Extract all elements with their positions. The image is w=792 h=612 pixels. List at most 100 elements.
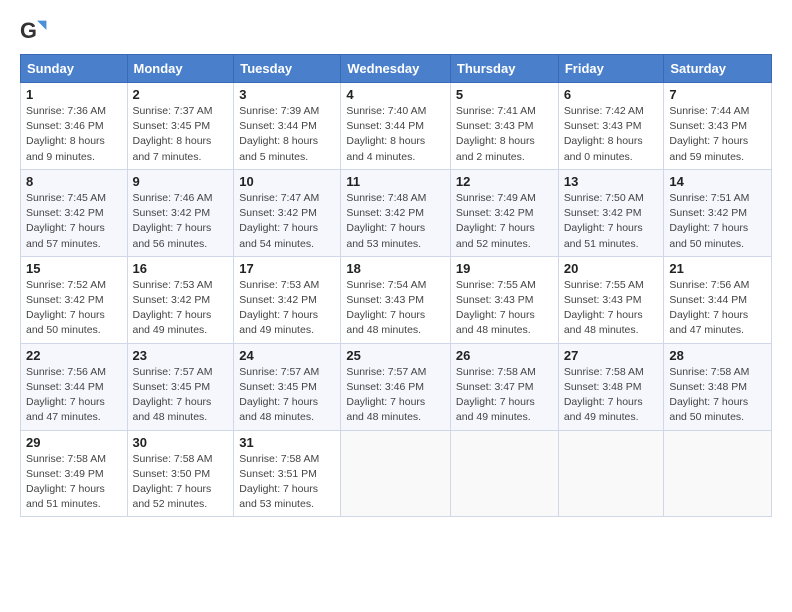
- logo: G: [20, 16, 52, 44]
- calendar-cell: 17 Sunrise: 7:53 AM Sunset: 3:42 PM Dayl…: [234, 256, 341, 343]
- day-number: 3: [239, 87, 335, 102]
- day-info: Sunrise: 7:44 AM Sunset: 3:43 PM Dayligh…: [669, 104, 766, 165]
- calendar-cell: 15 Sunrise: 7:52 AM Sunset: 3:42 PM Dayl…: [21, 256, 128, 343]
- calendar-cell: 8 Sunrise: 7:45 AM Sunset: 3:42 PM Dayli…: [21, 169, 128, 256]
- calendar-cell: 5 Sunrise: 7:41 AM Sunset: 3:43 PM Dayli…: [450, 83, 558, 170]
- day-number: 25: [346, 348, 445, 363]
- calendar-cell: 4 Sunrise: 7:40 AM Sunset: 3:44 PM Dayli…: [341, 83, 451, 170]
- day-of-week-header: Friday: [558, 55, 664, 83]
- day-info: Sunrise: 7:51 AM Sunset: 3:42 PM Dayligh…: [669, 191, 766, 252]
- day-info: Sunrise: 7:58 AM Sunset: 3:50 PM Dayligh…: [133, 452, 229, 513]
- day-number: 26: [456, 348, 553, 363]
- day-number: 5: [456, 87, 553, 102]
- calendar-week-row: 15 Sunrise: 7:52 AM Sunset: 3:42 PM Dayl…: [21, 256, 772, 343]
- day-of-week-header: Sunday: [21, 55, 128, 83]
- calendar-cell: 22 Sunrise: 7:56 AM Sunset: 3:44 PM Dayl…: [21, 343, 128, 430]
- day-number: 8: [26, 174, 122, 189]
- day-number: 2: [133, 87, 229, 102]
- day-number: 19: [456, 261, 553, 276]
- day-info: Sunrise: 7:45 AM Sunset: 3:42 PM Dayligh…: [26, 191, 122, 252]
- calendar-cell: 26 Sunrise: 7:58 AM Sunset: 3:47 PM Dayl…: [450, 343, 558, 430]
- day-number: 29: [26, 435, 122, 450]
- day-info: Sunrise: 7:57 AM Sunset: 3:45 PM Dayligh…: [239, 365, 335, 426]
- day-number: 1: [26, 87, 122, 102]
- calendar-cell: 6 Sunrise: 7:42 AM Sunset: 3:43 PM Dayli…: [558, 83, 664, 170]
- day-info: Sunrise: 7:39 AM Sunset: 3:44 PM Dayligh…: [239, 104, 335, 165]
- calendar-cell: 28 Sunrise: 7:58 AM Sunset: 3:48 PM Dayl…: [664, 343, 772, 430]
- day-number: 10: [239, 174, 335, 189]
- day-number: 11: [346, 174, 445, 189]
- calendar-cell: 9 Sunrise: 7:46 AM Sunset: 3:42 PM Dayli…: [127, 169, 234, 256]
- calendar-cell: 10 Sunrise: 7:47 AM Sunset: 3:42 PM Dayl…: [234, 169, 341, 256]
- calendar-cell: 19 Sunrise: 7:55 AM Sunset: 3:43 PM Dayl…: [450, 256, 558, 343]
- calendar-table: SundayMondayTuesdayWednesdayThursdayFrid…: [20, 54, 772, 517]
- day-info: Sunrise: 7:58 AM Sunset: 3:47 PM Dayligh…: [456, 365, 553, 426]
- day-number: 22: [26, 348, 122, 363]
- calendar-cell: 13 Sunrise: 7:50 AM Sunset: 3:42 PM Dayl…: [558, 169, 664, 256]
- day-number: 28: [669, 348, 766, 363]
- day-of-week-header: Tuesday: [234, 55, 341, 83]
- day-info: Sunrise: 7:49 AM Sunset: 3:42 PM Dayligh…: [456, 191, 553, 252]
- calendar-cell: 1 Sunrise: 7:36 AM Sunset: 3:46 PM Dayli…: [21, 83, 128, 170]
- day-number: 7: [669, 87, 766, 102]
- day-number: 23: [133, 348, 229, 363]
- day-info: Sunrise: 7:48 AM Sunset: 3:42 PM Dayligh…: [346, 191, 445, 252]
- day-info: Sunrise: 7:58 AM Sunset: 3:48 PM Dayligh…: [564, 365, 659, 426]
- day-info: Sunrise: 7:42 AM Sunset: 3:43 PM Dayligh…: [564, 104, 659, 165]
- calendar-week-row: 22 Sunrise: 7:56 AM Sunset: 3:44 PM Dayl…: [21, 343, 772, 430]
- calendar-cell: 14 Sunrise: 7:51 AM Sunset: 3:42 PM Dayl…: [664, 169, 772, 256]
- calendar-header-row: SundayMondayTuesdayWednesdayThursdayFrid…: [21, 55, 772, 83]
- calendar-cell: 30 Sunrise: 7:58 AM Sunset: 3:50 PM Dayl…: [127, 430, 234, 517]
- calendar-cell: 31 Sunrise: 7:58 AM Sunset: 3:51 PM Dayl…: [234, 430, 341, 517]
- calendar-cell: 29 Sunrise: 7:58 AM Sunset: 3:49 PM Dayl…: [21, 430, 128, 517]
- calendar-week-row: 8 Sunrise: 7:45 AM Sunset: 3:42 PM Dayli…: [21, 169, 772, 256]
- calendar-cell: 12 Sunrise: 7:49 AM Sunset: 3:42 PM Dayl…: [450, 169, 558, 256]
- day-number: 12: [456, 174, 553, 189]
- calendar-cell: 24 Sunrise: 7:57 AM Sunset: 3:45 PM Dayl…: [234, 343, 341, 430]
- calendar-week-row: 1 Sunrise: 7:36 AM Sunset: 3:46 PM Dayli…: [21, 83, 772, 170]
- day-number: 6: [564, 87, 659, 102]
- day-info: Sunrise: 7:37 AM Sunset: 3:45 PM Dayligh…: [133, 104, 229, 165]
- calendar-cell: 23 Sunrise: 7:57 AM Sunset: 3:45 PM Dayl…: [127, 343, 234, 430]
- day-number: 14: [669, 174, 766, 189]
- day-number: 13: [564, 174, 659, 189]
- day-number: 9: [133, 174, 229, 189]
- day-number: 16: [133, 261, 229, 276]
- calendar-cell: [341, 430, 451, 517]
- day-number: 18: [346, 261, 445, 276]
- calendar-cell: 2 Sunrise: 7:37 AM Sunset: 3:45 PM Dayli…: [127, 83, 234, 170]
- calendar-cell: 20 Sunrise: 7:55 AM Sunset: 3:43 PM Dayl…: [558, 256, 664, 343]
- day-number: 17: [239, 261, 335, 276]
- calendar-cell: 7 Sunrise: 7:44 AM Sunset: 3:43 PM Dayli…: [664, 83, 772, 170]
- calendar-cell: 27 Sunrise: 7:58 AM Sunset: 3:48 PM Dayl…: [558, 343, 664, 430]
- calendar-cell: 18 Sunrise: 7:54 AM Sunset: 3:43 PM Dayl…: [341, 256, 451, 343]
- day-info: Sunrise: 7:56 AM Sunset: 3:44 PM Dayligh…: [26, 365, 122, 426]
- calendar-week-row: 29 Sunrise: 7:58 AM Sunset: 3:49 PM Dayl…: [21, 430, 772, 517]
- day-info: Sunrise: 7:56 AM Sunset: 3:44 PM Dayligh…: [669, 278, 766, 339]
- day-info: Sunrise: 7:58 AM Sunset: 3:51 PM Dayligh…: [239, 452, 335, 513]
- day-of-week-header: Saturday: [664, 55, 772, 83]
- day-number: 31: [239, 435, 335, 450]
- day-info: Sunrise: 7:53 AM Sunset: 3:42 PM Dayligh…: [133, 278, 229, 339]
- day-of-week-header: Monday: [127, 55, 234, 83]
- day-number: 30: [133, 435, 229, 450]
- day-info: Sunrise: 7:55 AM Sunset: 3:43 PM Dayligh…: [564, 278, 659, 339]
- day-number: 21: [669, 261, 766, 276]
- day-info: Sunrise: 7:58 AM Sunset: 3:48 PM Dayligh…: [669, 365, 766, 426]
- day-info: Sunrise: 7:46 AM Sunset: 3:42 PM Dayligh…: [133, 191, 229, 252]
- day-info: Sunrise: 7:50 AM Sunset: 3:42 PM Dayligh…: [564, 191, 659, 252]
- day-of-week-header: Wednesday: [341, 55, 451, 83]
- day-number: 20: [564, 261, 659, 276]
- day-number: 4: [346, 87, 445, 102]
- calendar-cell: 16 Sunrise: 7:53 AM Sunset: 3:42 PM Dayl…: [127, 256, 234, 343]
- logo-icon: G: [20, 16, 48, 44]
- day-info: Sunrise: 7:52 AM Sunset: 3:42 PM Dayligh…: [26, 278, 122, 339]
- day-number: 27: [564, 348, 659, 363]
- calendar-cell: 21 Sunrise: 7:56 AM Sunset: 3:44 PM Dayl…: [664, 256, 772, 343]
- day-info: Sunrise: 7:54 AM Sunset: 3:43 PM Dayligh…: [346, 278, 445, 339]
- day-info: Sunrise: 7:41 AM Sunset: 3:43 PM Dayligh…: [456, 104, 553, 165]
- day-number: 15: [26, 261, 122, 276]
- calendar-cell: [558, 430, 664, 517]
- day-info: Sunrise: 7:36 AM Sunset: 3:46 PM Dayligh…: [26, 104, 122, 165]
- day-info: Sunrise: 7:53 AM Sunset: 3:42 PM Dayligh…: [239, 278, 335, 339]
